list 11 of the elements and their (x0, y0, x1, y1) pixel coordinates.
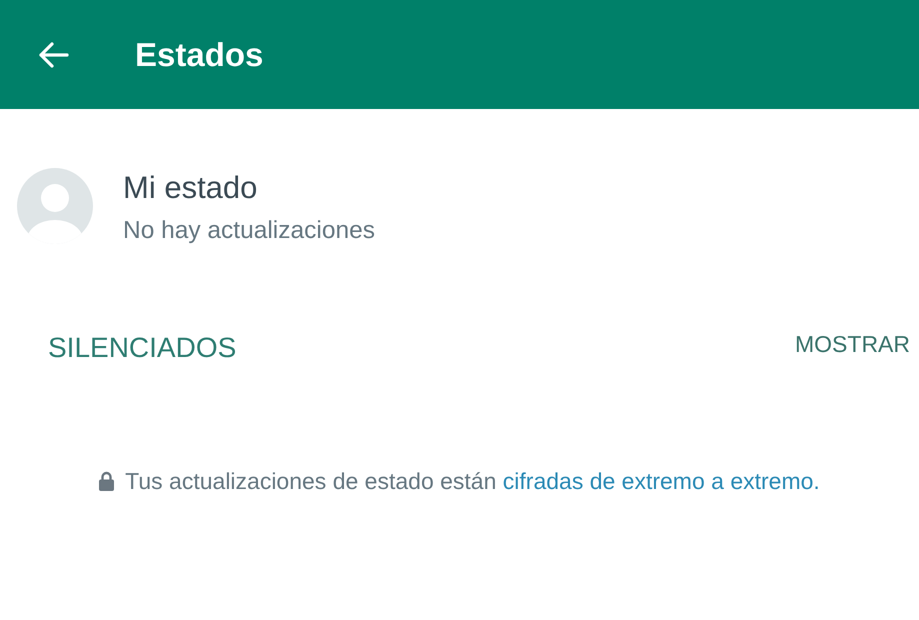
section-heading: SILENCIADOS (48, 331, 236, 365)
show-button[interactable]: MOSTRAR (795, 329, 910, 359)
avatar-icon (17, 168, 93, 244)
back-arrow-icon (37, 40, 69, 68)
status-subtitle: No hay actualizaciones (123, 217, 375, 245)
encryption-link[interactable]: cifradas de extremo a extremo. (502, 468, 820, 494)
encryption-notice: Tus actualizaciones de estado están cifradas de extremo a extremo. (125, 467, 820, 495)
lock-icon (99, 471, 114, 491)
screen-title: Estados (135, 38, 264, 71)
status-name: Mi estado (123, 171, 258, 205)
back-button[interactable] (37, 40, 69, 68)
